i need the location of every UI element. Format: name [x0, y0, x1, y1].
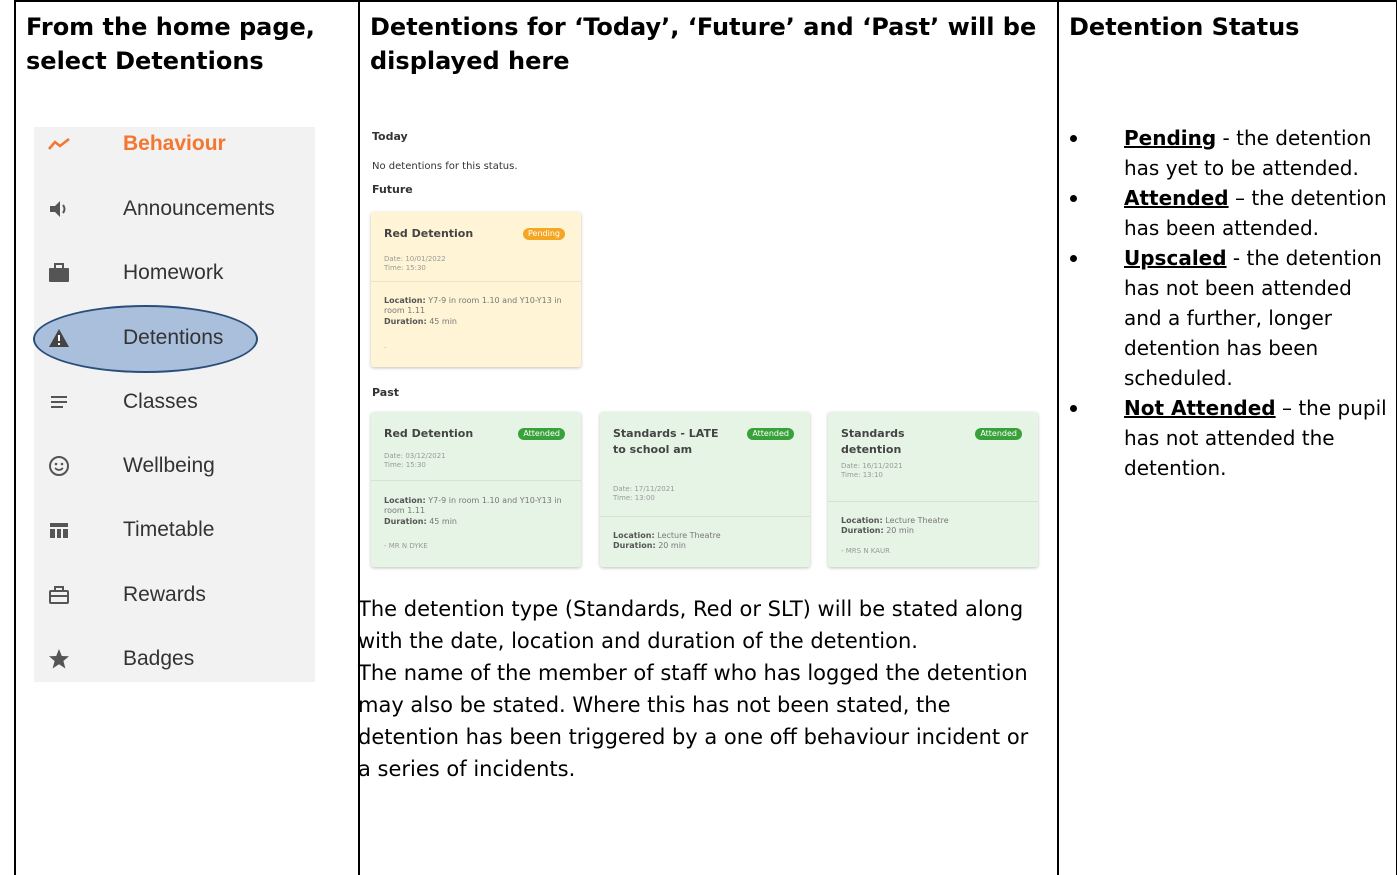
menu-item-behaviour[interactable]: Behaviour: [34, 119, 315, 169]
description-paragraph: The detention type (Standards, Red or SL…: [358, 597, 1024, 653]
card-time: Time: 13:10: [841, 471, 883, 479]
card-location: Location: Y7-9 in room 1.10 and Y10-Y13 …: [384, 296, 562, 315]
card-date: Date: 16/11/2021: [841, 462, 903, 470]
menu-item-classes[interactable]: Classes: [34, 377, 315, 427]
menu-label: Classes: [123, 390, 198, 413]
lines-icon: [48, 391, 70, 413]
detention-card[interactable]: Standards - LATE to school am Attended D…: [600, 412, 810, 567]
section-heading-future: Future: [372, 183, 413, 196]
column-heading-display: Detentions for ‘Today’, ‘Future’ and ‘Pa…: [370, 13, 1037, 75]
menu-label: Rewards: [123, 583, 206, 606]
status-term: Upscaled: [1124, 246, 1227, 270]
card-location: Location: Lecture Theatre: [841, 516, 949, 525]
detention-card[interactable]: Red Detention Pending Date: 10/01/2022 T…: [371, 212, 581, 367]
status-badge: Attended: [518, 428, 565, 440]
status-term: Not Attended: [1124, 396, 1276, 420]
menu-item-wellbeing[interactable]: Wellbeing: [34, 441, 315, 491]
card-divider: [371, 480, 581, 481]
speaker-icon: [48, 198, 70, 220]
section-heading-past: Past: [372, 386, 399, 399]
toolbox-icon: [48, 584, 70, 606]
card-location: Location: Y7-9 in room 1.10 and Y10-Y13 …: [384, 496, 562, 515]
menu-item-detentions[interactable]: Detentions: [33, 305, 315, 373]
card-duration: Duration: 45 min: [384, 517, 457, 526]
card-date: Date: 10/01/2022: [384, 255, 446, 263]
column-heading-status: Detention Status: [1069, 13, 1300, 41]
warning-triangle-icon: [48, 327, 70, 349]
card-title: Standards - LATE to school am: [613, 427, 719, 456]
card-time: Time: 15:30: [384, 264, 426, 272]
smiley-icon: [48, 455, 70, 477]
menu-label: Announcements: [123, 197, 275, 220]
card-time: Time: 15:30: [384, 461, 426, 469]
card-duration: Duration: 20 min: [613, 541, 686, 550]
trend-line-icon: [48, 133, 70, 155]
description-paragraph: The name of the member of staff who has …: [358, 661, 1029, 781]
card-divider: [600, 516, 810, 517]
section-heading-today: Today: [372, 130, 408, 143]
briefcase-icon: [48, 262, 70, 284]
status-item-attended: Attended – the detention has been attend…: [1070, 183, 1390, 243]
card-staff: - MRS N KAUR: [841, 547, 891, 555]
status-item-pending: Pending - the detention has yet to be at…: [1070, 123, 1390, 183]
menu-label: Wellbeing: [123, 454, 215, 477]
menu-item-announcements[interactable]: Announcements: [34, 184, 315, 234]
status-item-upscaled: Upscaled - the detention has not been at…: [1070, 243, 1390, 393]
table-border-left: [14, 0, 16, 875]
menu-item-timetable[interactable]: Timetable: [34, 505, 315, 555]
card-title: Standards detention: [841, 427, 905, 456]
card-duration: Duration: 20 min: [841, 526, 914, 535]
menu-label: Detentions: [123, 326, 224, 349]
table-icon: [48, 519, 70, 541]
menu-label: Homework: [123, 261, 224, 284]
menu-item-badges[interactable]: Badges: [34, 634, 315, 684]
detention-card[interactable]: Standards detention Attended Date: 16/11…: [828, 412, 1038, 567]
card-date: Date: 17/11/2021: [613, 485, 675, 493]
navigation-menu: Behaviour Announcements Homework Detenti…: [33, 127, 315, 684]
empty-message: No detentions for this status.: [372, 161, 518, 172]
card-divider: [371, 281, 581, 282]
bullet-icon: [1070, 195, 1077, 202]
card-divider: [828, 501, 1038, 502]
card-time: Time: 13:00: [613, 494, 655, 502]
card-date: Date: 03/12/2021: [384, 452, 446, 460]
menu-label: Behaviour: [123, 132, 226, 155]
column-heading-instructions: From the home page, select Detentions: [26, 13, 315, 75]
card-title: Red Detention: [384, 427, 474, 440]
menu-label: Badges: [123, 647, 195, 670]
bullet-icon: [1070, 405, 1077, 412]
card-duration: Duration: 45 min: [384, 317, 457, 326]
card-staff: .: [384, 342, 387, 350]
bullet-icon: [1070, 255, 1077, 262]
status-term: Pending: [1124, 126, 1217, 150]
star-icon: [48, 648, 70, 670]
card-title: Red Detention: [384, 227, 474, 240]
bullet-icon: [1070, 135, 1077, 142]
menu-item-homework[interactable]: Homework: [34, 248, 315, 298]
card-staff: - MR N DYKE: [384, 542, 428, 550]
card-location: Location: Lecture Theatre: [613, 531, 721, 540]
table-border-top: [14, 0, 1397, 2]
status-term: Attended: [1124, 186, 1229, 210]
description-text: The detention type (Standards, Red or SL…: [358, 593, 1038, 785]
menu-label: Timetable: [123, 518, 215, 541]
column-divider-2: [1057, 0, 1059, 875]
status-item-not-attended: Not Attended – the pupil has not attende…: [1070, 393, 1390, 483]
detention-card[interactable]: Red Detention Attended Date: 03/12/2021 …: [371, 412, 581, 567]
status-badge: Pending: [523, 228, 565, 240]
status-badge: Attended: [975, 428, 1022, 440]
status-list: Pending - the detention has yet to be at…: [1070, 123, 1390, 483]
status-badge: Attended: [747, 428, 794, 440]
menu-item-rewards[interactable]: Rewards: [34, 570, 315, 620]
